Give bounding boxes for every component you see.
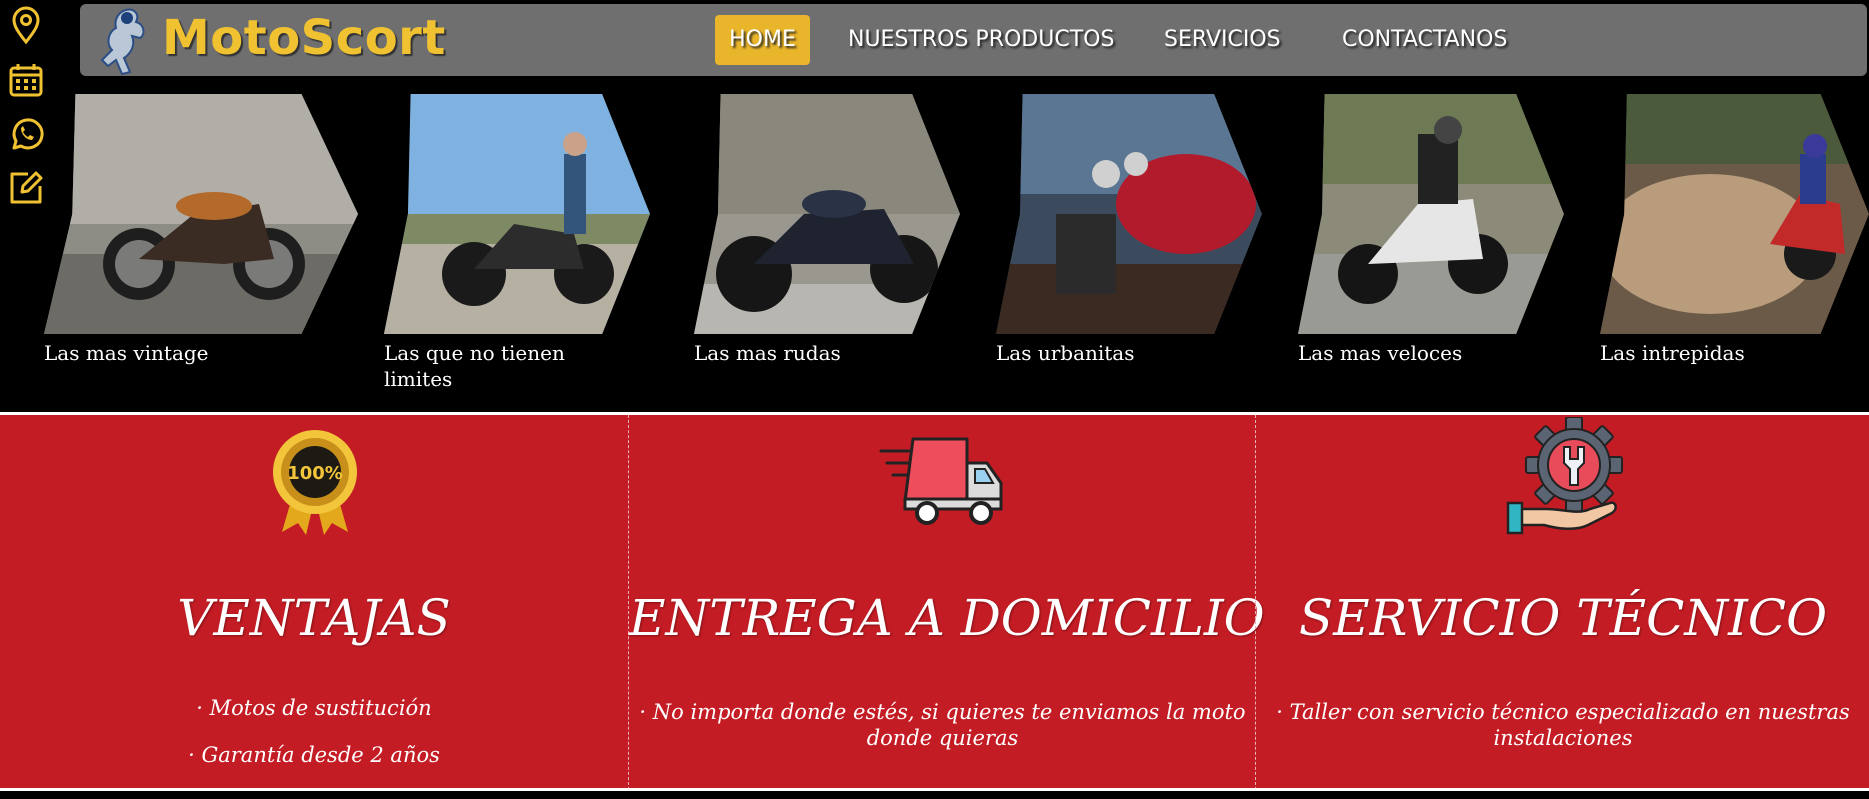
motorcycle-motocross-image [1600, 94, 1869, 334]
nav-services[interactable]: SERVICIOS [1164, 15, 1281, 65]
motorcycle-rider-woman-image [384, 94, 650, 334]
gallery-label: Las que no tienen limites [384, 341, 565, 391]
gallery-label: Las mas rudas [694, 341, 841, 365]
motorcycle-cruiser-image [694, 94, 960, 334]
motorcycle-vintage-image [44, 94, 358, 334]
feature-entrega: ENTREGA A DOMICILIO · No importa donde e… [628, 415, 1265, 790]
svg-text:100%: 100% [287, 463, 343, 484]
nav-products[interactable]: NUESTROS PRODUCTOS [848, 15, 1114, 65]
whatsapp-icon[interactable] [6, 114, 46, 154]
feature-ventajas: 100% VENTAJAS · Motos de sustitución · G… [0, 415, 628, 790]
gallery-tile-intrepidas[interactable]: Las intrepidas [1600, 94, 1869, 365]
bottom-divider [0, 788, 1869, 791]
features-section: 100% VENTAJAS · Motos de sustitución · G… [0, 412, 1869, 790]
gallery-tile-urbanitas[interactable]: Las urbanitas [996, 94, 1262, 365]
feature-text: · Taller con servicio técnico especializ… [1276, 700, 1850, 750]
delivery-truck-icon [879, 437, 1003, 525]
gallery-label: Las mas veloces [1298, 341, 1463, 365]
feature-title: ENTREGA A DOMICILIO [629, 589, 1265, 647]
rider-logo-icon [100, 8, 145, 76]
nav-home[interactable]: HOME [715, 15, 810, 65]
feature-text: · Motos de sustitución [196, 696, 432, 720]
calendar-icon[interactable] [6, 60, 46, 100]
gallery-tile-rudas[interactable]: Las mas rudas [694, 94, 960, 365]
feature-text: · Garantía desde 2 años [188, 743, 440, 767]
edit-icon[interactable] [6, 168, 46, 208]
motorcycle-sport-image [1298, 94, 1564, 334]
motorcycle-urban-image [996, 94, 1262, 334]
gallery-label: Las intrepidas [1600, 341, 1745, 365]
gallery-label: Las mas vintage [44, 341, 209, 365]
gear-wrench-icon [1506, 417, 1623, 535]
feature-text: · No importa donde estés, si quieres te … [639, 700, 1246, 750]
gallery-label: Las urbanitas [996, 341, 1135, 365]
feature-servicio: SERVICIO TÉCNICO · Taller con servicio t… [1255, 415, 1869, 790]
brand-logo-text[interactable]: MotoScort [162, 10, 446, 66]
gallery-tile-veloces[interactable]: Las mas veloces [1298, 94, 1564, 365]
gallery-tile-no-limits[interactable]: Las que no tienen limites [384, 94, 650, 391]
feature-title: VENTAJAS [177, 589, 451, 647]
gallery-tile-vintage[interactable]: Las mas vintage [44, 94, 358, 365]
guarantee-badge-icon: 100% [273, 430, 357, 535]
nav-contact[interactable]: CONTACTANOS [1342, 15, 1507, 65]
feature-title: SERVICIO TÉCNICO [1298, 589, 1828, 647]
location-pin-icon[interactable] [6, 6, 46, 46]
